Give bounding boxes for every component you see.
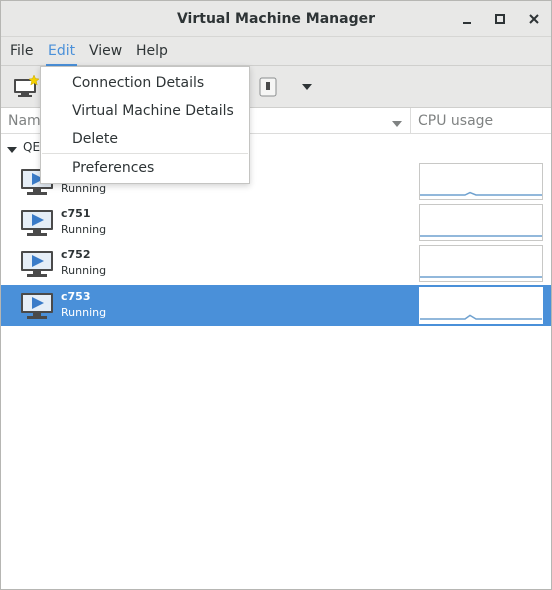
menu-item-delete[interactable]: Delete bbox=[41, 125, 249, 153]
column-separator[interactable] bbox=[410, 108, 411, 134]
menu-item-connection-details[interactable]: Connection Details bbox=[41, 69, 249, 97]
cpu-usage-graph bbox=[419, 245, 543, 282]
sort-arrow-icon[interactable] bbox=[392, 117, 402, 127]
cpu-usage-graph bbox=[419, 204, 543, 241]
connection-group-label: QE bbox=[23, 140, 41, 154]
vm-row[interactable]: c753 Running bbox=[1, 285, 551, 326]
vm-status: Running bbox=[61, 223, 107, 236]
vm-name: c753 bbox=[61, 290, 91, 303]
vm-status: Running bbox=[61, 306, 107, 319]
cpu-usage-graph bbox=[419, 163, 543, 200]
menu-item-preferences[interactable]: Preferences bbox=[41, 154, 249, 182]
menu-item-vm-details[interactable]: Virtual Machine Details bbox=[41, 97, 249, 125]
shutdown-icon[interactable] bbox=[254, 73, 282, 101]
vm-row[interactable]: c751 Running bbox=[1, 202, 551, 243]
column-name-header[interactable]: Nam bbox=[8, 108, 41, 134]
new-vm-icon[interactable] bbox=[12, 73, 40, 101]
close-icon[interactable] bbox=[525, 10, 543, 28]
vm-name: c752 bbox=[61, 248, 91, 261]
edit-menu-dropdown: Connection Details Virtual Machine Detai… bbox=[40, 66, 250, 184]
menu-file[interactable]: File bbox=[8, 37, 35, 66]
vm-row[interactable]: c752 Running bbox=[1, 243, 551, 284]
menu-view[interactable]: View bbox=[87, 37, 124, 66]
expander-down-icon[interactable] bbox=[7, 143, 17, 153]
minimize-icon[interactable] bbox=[458, 10, 476, 28]
vm-status: Running bbox=[61, 264, 107, 277]
maximize-icon[interactable] bbox=[491, 10, 509, 28]
menu-help[interactable]: Help bbox=[134, 37, 170, 66]
title-bar[interactable]: Virtual Machine Manager bbox=[1, 1, 551, 37]
vm-status: Running bbox=[61, 182, 107, 195]
vm-monitor-icon bbox=[20, 249, 54, 279]
menu-edit[interactable]: Edit bbox=[46, 37, 78, 66]
vm-monitor-icon bbox=[20, 208, 54, 238]
column-cpu-header[interactable]: CPU usage bbox=[418, 108, 493, 134]
vm-name: c751 bbox=[61, 207, 91, 220]
cpu-usage-graph bbox=[419, 287, 543, 324]
app-window: Virtual Machine Manager File Edit View H… bbox=[0, 0, 552, 590]
menu-bar: File Edit View Help bbox=[1, 37, 551, 66]
chevron-down-icon[interactable] bbox=[301, 81, 313, 93]
vm-monitor-icon bbox=[20, 291, 54, 321]
